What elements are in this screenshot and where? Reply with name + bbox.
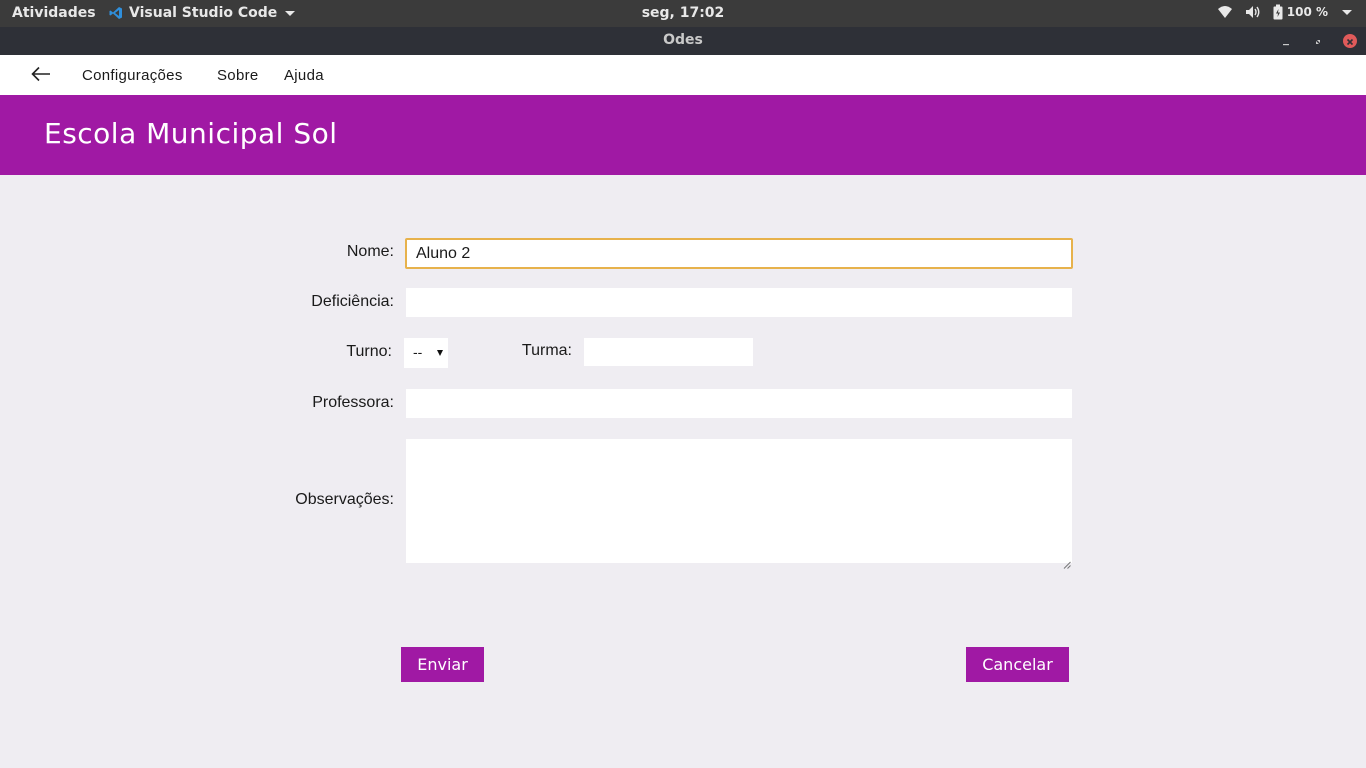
page-title: Escola Municipal Sol (44, 117, 338, 150)
deficiencia-input[interactable] (406, 288, 1072, 317)
submit-button[interactable]: Enviar (401, 647, 484, 682)
turno-select[interactable]: -- (404, 338, 448, 368)
observacoes-textarea[interactable] (406, 439, 1072, 563)
minimize-icon[interactable] (1279, 34, 1293, 48)
app-name: Visual Studio Code (129, 5, 278, 21)
vscode-icon (109, 6, 123, 20)
menu-item-ajuda[interactable]: Ajuda (284, 67, 324, 84)
window-title: Odes (663, 32, 703, 48)
nome-input[interactable] (405, 238, 1073, 269)
battery-percentage: 100 % (1286, 5, 1328, 19)
window-title-bar: Odes (0, 27, 1366, 55)
nome-label: Nome: (346, 243, 394, 260)
resize-handle-icon[interactable] (1063, 554, 1071, 569)
clock[interactable]: seg, 17:02 (642, 5, 725, 21)
status-area[interactable]: 100 % (1217, 4, 1352, 20)
battery-icon (1273, 4, 1283, 20)
arrow-left-icon[interactable] (30, 65, 52, 83)
activities-button[interactable]: Atividades (12, 5, 96, 21)
dropdown-arrow-icon (437, 350, 443, 356)
turma-input[interactable] (584, 338, 753, 366)
observacoes-label: Observações: (295, 491, 394, 508)
chevron-down-icon (285, 10, 296, 16)
turno-label: Turno: (346, 343, 392, 360)
volume-icon (1245, 4, 1261, 20)
menu-item-configuracoes[interactable]: Configurações (82, 67, 183, 84)
cancel-button[interactable]: Cancelar (966, 647, 1069, 682)
wifi-icon (1217, 4, 1233, 20)
professora-label: Professora: (312, 394, 394, 411)
turma-label: Turma: (521, 342, 572, 359)
app-menu[interactable]: Visual Studio Code (109, 5, 296, 21)
menu-item-sobre[interactable]: Sobre (217, 67, 259, 84)
close-icon[interactable] (1343, 34, 1357, 48)
app-menu-bar: Configurações Sobre Ajuda (0, 55, 1366, 95)
professora-input[interactable] (406, 389, 1072, 418)
deficiencia-label: Deficiência: (311, 293, 394, 310)
page-header: Escola Municipal Sol (0, 95, 1366, 175)
maximize-icon[interactable] (1311, 34, 1325, 48)
observacoes-wrapper (406, 439, 1072, 569)
turno-selected-value: -- (413, 344, 423, 360)
system-menu-caret-icon (1342, 9, 1352, 15)
system-top-bar: Atividades Visual Studio Code seg, 17:02… (0, 0, 1366, 27)
